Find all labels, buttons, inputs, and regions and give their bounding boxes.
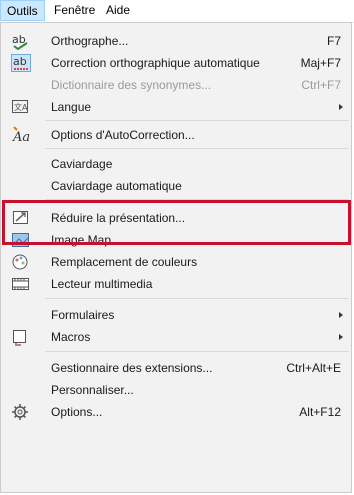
svg-text:文A: 文A	[14, 102, 28, 112]
media-player-icon	[12, 278, 29, 290]
menu-item-synonymes[interactable]: Dictionnaire des synonymes... Ctrl+F7	[1, 74, 351, 96]
menu-item-autocorrection[interactable]: Aa Options d'AutoCorrection...	[1, 124, 351, 146]
highlight-annotation-box	[2, 200, 351, 245]
svg-text:ab: ab	[13, 55, 27, 68]
menu-item-caviardage[interactable]: Caviardage	[1, 153, 351, 175]
menu-item-caviardage-auto[interactable]: Caviardage automatique	[1, 175, 351, 197]
options-gear-icon	[12, 404, 28, 420]
menu-separator	[45, 298, 349, 299]
svg-text:Aa: Aa	[12, 130, 30, 144]
menu-item-personnaliser[interactable]: Personnaliser...	[1, 379, 351, 401]
auto-spellcheck-icon: ab	[11, 54, 31, 72]
menu-separator	[45, 120, 349, 121]
submenu-arrow-icon	[339, 312, 343, 318]
macros-icon	[13, 330, 26, 346]
outils-dropdown-menu: ab Orthographe... F7 ab Correction ortho…	[0, 22, 352, 493]
menu-separator	[45, 148, 349, 149]
spelling-icon: ab	[12, 33, 28, 50]
menu-item-orthographe[interactable]: ab Orthographe... F7	[1, 30, 351, 52]
menu-fenetre[interactable]: Fenêtre	[48, 0, 101, 21]
menu-item-langue[interactable]: 文A Langue	[1, 96, 351, 118]
menu-outils[interactable]: Outils	[0, 0, 45, 21]
menu-item-lecteur-multimedia[interactable]: Lecteur multimedia	[1, 273, 351, 295]
menu-item-gestionnaire-extensions[interactable]: Gestionnaire des extensions... Ctrl+Alt+…	[1, 357, 351, 379]
language-icon: 文A	[12, 100, 28, 113]
menu-aide[interactable]: Aide	[100, 0, 136, 21]
autocorrect-icon: Aa	[12, 126, 30, 144]
menu-item-options[interactable]: Options... Alt+F12	[1, 401, 351, 423]
menu-item-macros[interactable]: Macros	[1, 326, 351, 348]
menu-item-formulaires[interactable]: Formulaires	[1, 304, 351, 326]
color-replacer-icon	[12, 254, 28, 270]
menu-separator	[45, 351, 349, 352]
menu-bar: Outils Fenêtre Aide	[0, 0, 354, 23]
submenu-arrow-icon	[339, 334, 343, 340]
menu-item-correction-auto[interactable]: ab Correction orthographique automatique…	[1, 52, 351, 74]
menu-item-remplacement-couleurs[interactable]: Remplacement de couleurs	[1, 251, 351, 273]
submenu-arrow-icon	[339, 104, 343, 110]
